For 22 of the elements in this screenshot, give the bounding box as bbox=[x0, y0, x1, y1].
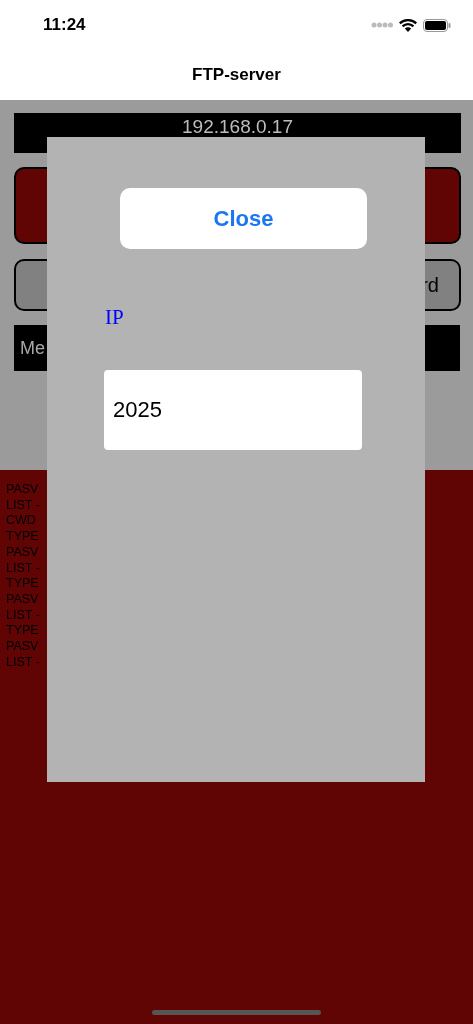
log-line: PASV bbox=[6, 544, 39, 561]
log-line: LIST - bbox=[6, 654, 40, 671]
ip-label: IP bbox=[105, 305, 124, 330]
status-time: 11:24 bbox=[43, 15, 86, 35]
battery-icon bbox=[423, 18, 451, 32]
log-line: TYPE bbox=[6, 529, 39, 545]
log-line: LIST - bbox=[6, 607, 40, 624]
ip-input-field[interactable]: 2025 bbox=[104, 370, 362, 450]
log-line: LIST - bbox=[6, 560, 40, 577]
log-line: TYPE bbox=[6, 576, 39, 592]
address-text: 192.168.0.17 bbox=[182, 117, 293, 137]
log-line: PASV bbox=[6, 591, 39, 608]
signal-icon bbox=[371, 22, 393, 28]
nav-title: FTP-server bbox=[192, 65, 281, 85]
log-line: LIST - bbox=[6, 497, 40, 514]
log-line: CWD bbox=[6, 513, 36, 530]
message-text: Me bbox=[20, 337, 45, 359]
log-line: PASV bbox=[6, 639, 39, 655]
log-line: TYPE bbox=[6, 623, 39, 640]
close-button[interactable]: Close bbox=[120, 188, 367, 249]
log-line: PASV bbox=[6, 482, 39, 498]
wifi-icon bbox=[399, 18, 417, 32]
